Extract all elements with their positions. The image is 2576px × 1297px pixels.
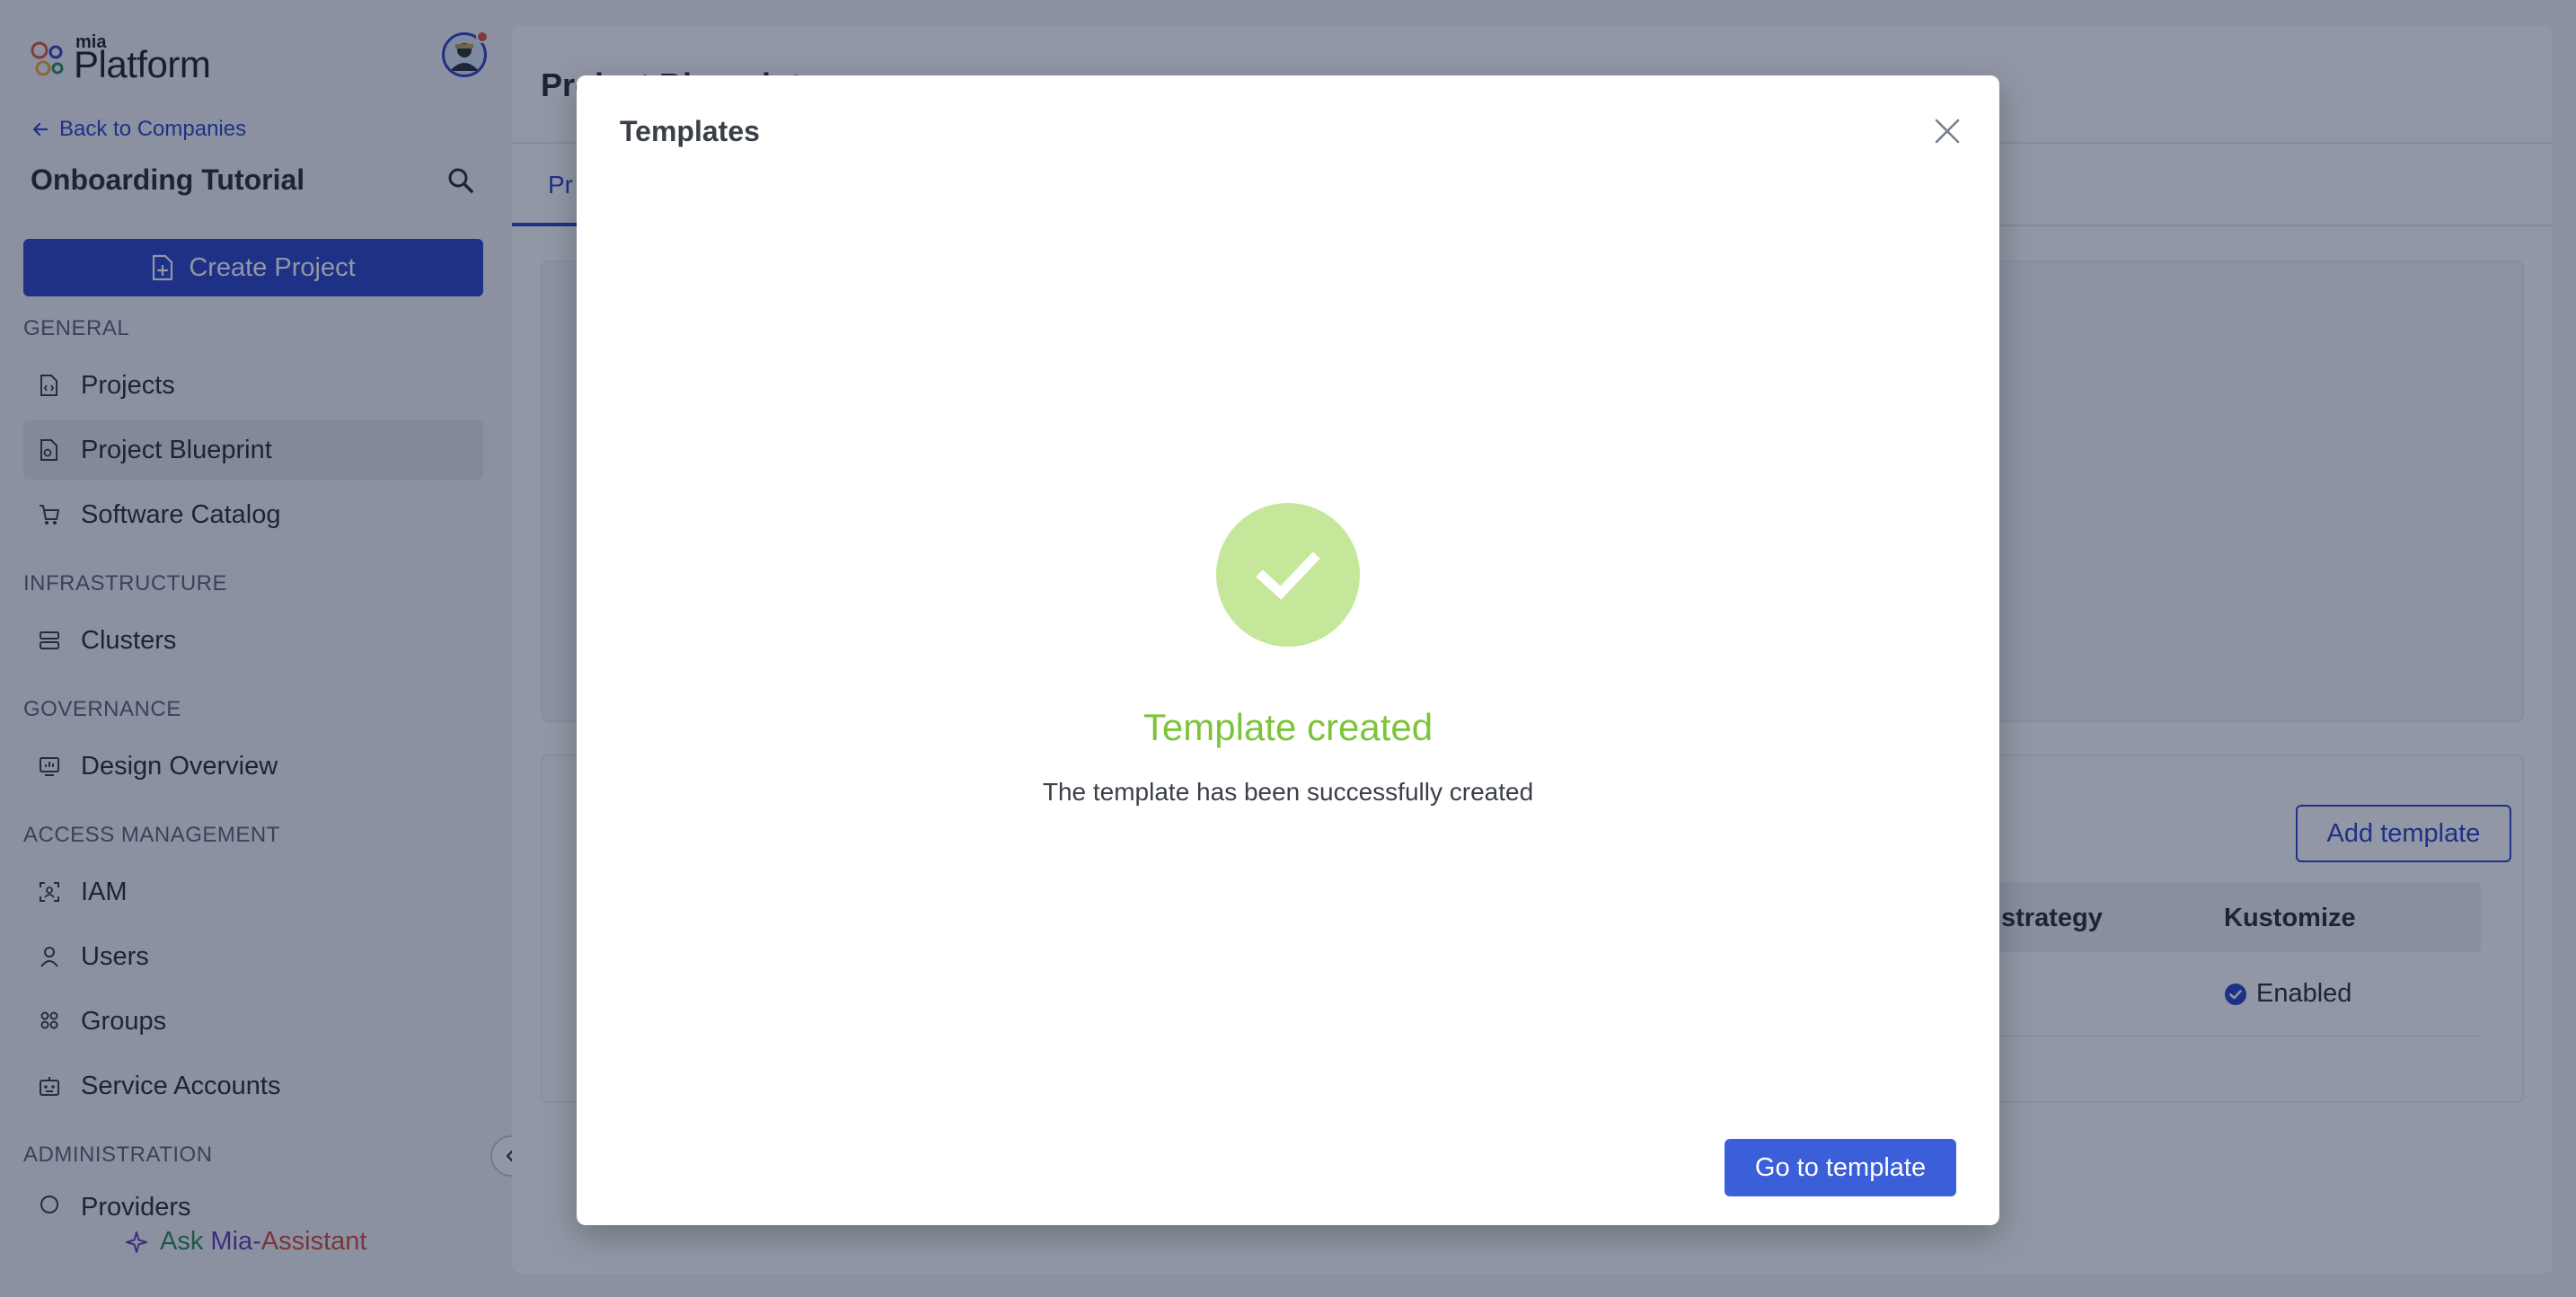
go-to-template-button[interactable]: Go to template [1725,1139,1956,1196]
success-badge [1216,503,1360,647]
success-message: The template has been successfully creat… [1042,778,1534,806]
success-title: Template created [1142,706,1434,748]
templates-modal: Templates Template created The template … [577,75,1999,1225]
close-icon[interactable] [1931,115,1963,147]
checkmark-icon [1256,551,1320,600]
modal-title: Templates [620,115,760,147]
